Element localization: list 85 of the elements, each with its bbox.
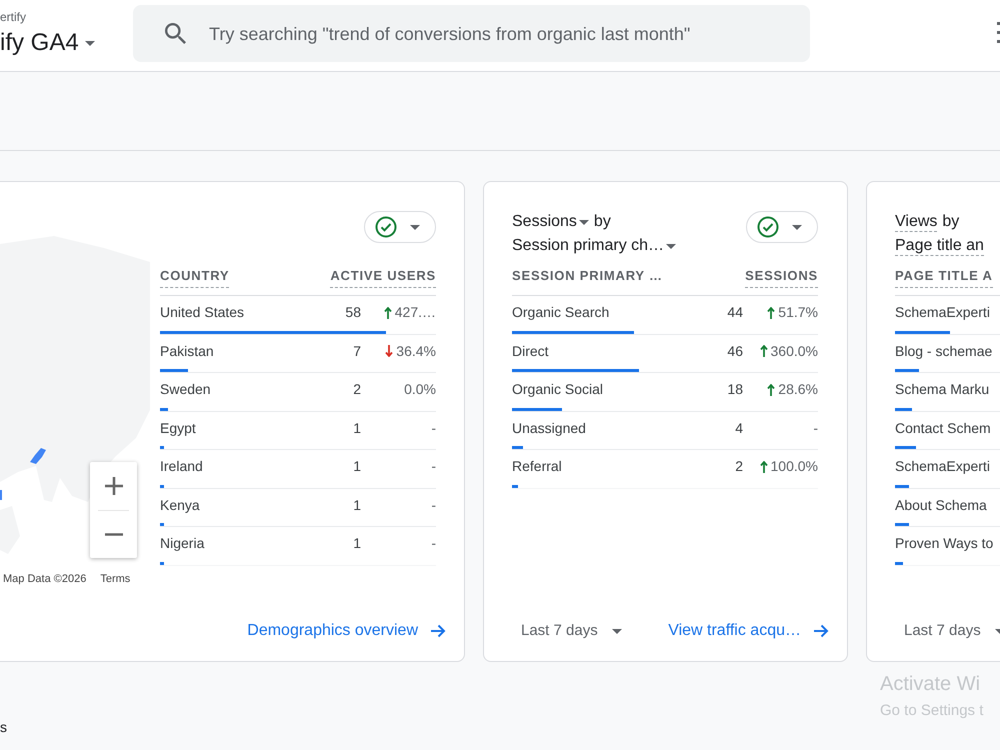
compare-dropdown[interactable] — [364, 211, 436, 243]
date-range-dropdown[interactable]: Last 7 days — [895, 615, 1000, 647]
title-text: by — [594, 212, 611, 232]
row-value: 46 — [727, 342, 743, 360]
up-arrow-icon — [767, 384, 776, 396]
row-label: Blog - schemae — [895, 342, 992, 360]
up-arrow-icon — [384, 306, 392, 318]
metric-label: Views — [895, 212, 938, 232]
row-label: Nigeria — [160, 535, 204, 552]
up-arrow-icon — [760, 345, 768, 357]
column-header: COUNTRY — [160, 268, 230, 288]
page-label: s — [0, 719, 7, 735]
down-arrow-icon — [385, 345, 394, 357]
change-percent: 100.0% — [770, 458, 818, 475]
search-input[interactable]: Try searching "trend of conversions from organic last month" — [209, 22, 798, 46]
caret-icon — [792, 224, 802, 230]
row-value: 44 — [727, 304, 743, 321]
up-arrow-icon — [767, 306, 776, 318]
change-percent: - — [813, 420, 818, 436]
row-label: SchemaExperti — [895, 304, 990, 321]
dimension-label: Page title an — [895, 236, 984, 256]
compare-dropdown[interactable] — [746, 211, 818, 243]
change-percent: - — [431, 420, 436, 436]
row-label: Pakistan — [160, 342, 214, 360]
row-label: Egypt — [160, 420, 196, 436]
row-label: Unassigned — [512, 420, 586, 436]
arrow-right-icon — [813, 623, 829, 639]
row-label: Sweden — [160, 381, 211, 398]
title-text: by — [942, 212, 960, 232]
row-label: Referral — [512, 458, 562, 475]
row-value: 2 — [735, 458, 743, 475]
caret-icon — [666, 244, 676, 248]
column-header: SESSIONS — [745, 268, 818, 288]
caret-icon — [578, 220, 589, 224]
row-value: 1 — [353, 535, 361, 552]
row-label: SchemaExperti — [895, 458, 990, 475]
apps-icon[interactable] — [997, 22, 1000, 43]
change-percent: 36.4% — [396, 342, 436, 360]
arrow-right-icon — [430, 623, 446, 639]
map-data-text: Map Data ©2026 — [3, 572, 86, 587]
change-percent: 427.… — [394, 304, 436, 321]
row-label: Kenya — [160, 496, 200, 514]
change-percent: - — [431, 458, 436, 475]
change-percent: 51.7% — [778, 304, 818, 321]
caret-icon — [84, 40, 95, 46]
search-icon — [165, 23, 186, 44]
terms-link[interactable]: Terms — [100, 571, 130, 587]
account-name: ertify — [0, 9, 26, 25]
row-label: Organic Search — [512, 304, 610, 321]
caret-icon — [410, 224, 420, 230]
row-label: About Schema — [895, 496, 987, 514]
property-selector[interactable]: ify GA4 — [0, 29, 95, 57]
row-value: 58 — [345, 304, 361, 321]
metric-dropdown[interactable]: Sessions — [512, 210, 589, 234]
row-label: Proven Ways to — [895, 535, 994, 552]
row-label: Ireland — [160, 458, 203, 475]
change-percent: - — [431, 535, 436, 552]
row-value: 7 — [353, 342, 361, 360]
row-value: 2 — [353, 381, 361, 398]
row-label: Organic Social — [512, 381, 604, 398]
row-value: 1 — [353, 458, 361, 475]
column-header: PAGE TITLE A — [895, 268, 993, 288]
row-label: Schema Marku — [895, 381, 990, 398]
change-percent: - — [431, 496, 436, 514]
column-header: ACTIVE USERS — [330, 268, 436, 288]
row-label: Direct — [512, 342, 549, 360]
change-percent: 28.6% — [778, 381, 818, 398]
dimension-dropdown[interactable]: Session primary ch… — [512, 234, 676, 258]
change-percent: 0.0% — [404, 381, 436, 398]
column-header: SESSION PRIMARY … — [512, 268, 663, 285]
row-value: 4 — [735, 420, 743, 436]
row-value: 1 — [353, 420, 361, 436]
caret-icon — [612, 628, 622, 634]
minus-icon — [104, 532, 122, 536]
up-arrow-icon — [760, 460, 768, 472]
date-range-dropdown[interactable]: Last 7 days — [512, 615, 631, 647]
footer-link[interactable]: View traffic acqu… — [660, 615, 833, 647]
change-percent: 360.0% — [770, 342, 818, 360]
row-label: Contact Schem — [895, 420, 991, 436]
footer-link[interactable]: Demographics overview — [239, 615, 450, 647]
row-label: United States — [160, 304, 244, 321]
row-value: 1 — [353, 496, 361, 514]
row-value: 18 — [727, 381, 743, 398]
search-field[interactable]: Try searching "trend of conversions from organic last month" — [133, 5, 810, 62]
plus-icon — [104, 476, 122, 495]
